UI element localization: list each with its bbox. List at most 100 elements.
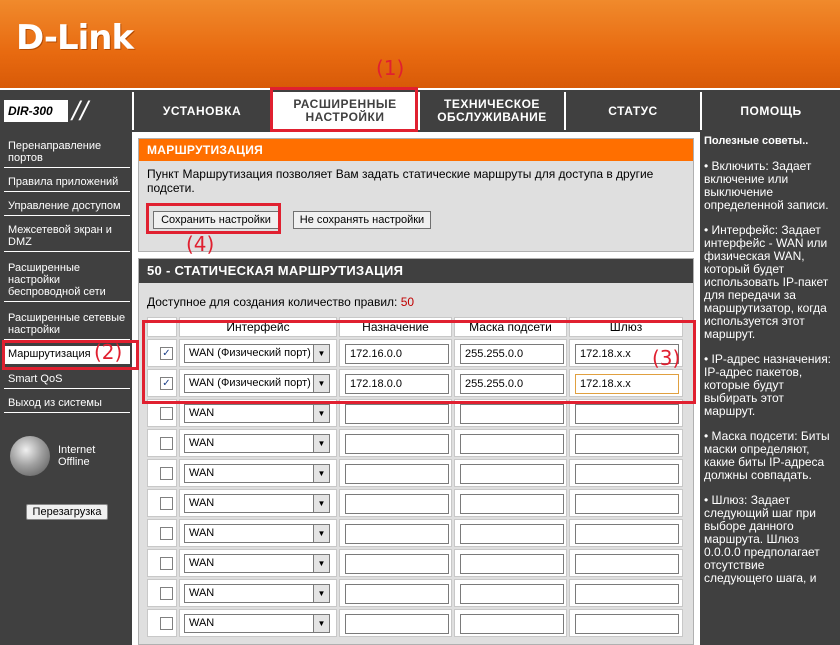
interface-select[interactable]: WAN ▼ bbox=[184, 524, 330, 543]
help-title: Полезные советы.. bbox=[704, 135, 809, 147]
destination-input[interactable]: 172.18.0.0 bbox=[345, 374, 449, 394]
chevron-down-icon[interactable]: ▼ bbox=[313, 375, 329, 392]
tab-setup[interactable]: УСТАНОВКА bbox=[132, 92, 270, 130]
gateway-input[interactable] bbox=[575, 494, 679, 514]
main-content: МАРШРУТИЗАЦИЯ Пункт Маршрутизация позвол… bbox=[132, 132, 700, 645]
enable-checkbox[interactable] bbox=[160, 587, 173, 600]
interface-select-value: WAN bbox=[189, 497, 215, 509]
subnet-mask-input[interactable]: 255.255.0.0 bbox=[460, 344, 564, 364]
subnet-mask-input[interactable] bbox=[460, 434, 564, 454]
enable-checkbox[interactable] bbox=[160, 617, 173, 630]
gateway-input[interactable] bbox=[575, 404, 679, 424]
model-slash-icon: // bbox=[72, 96, 89, 124]
interface-select[interactable]: WAN (Физический порт) ▼ bbox=[184, 344, 330, 363]
interface-select[interactable]: WAN ▼ bbox=[184, 464, 330, 483]
enable-checkbox[interactable] bbox=[160, 407, 173, 420]
destination-input[interactable] bbox=[345, 614, 449, 634]
destination-cell: 172.16.0.0 bbox=[339, 339, 452, 367]
annotation-label-3: (3) bbox=[652, 346, 681, 370]
gateway-cell: 172.18.x.x bbox=[569, 369, 683, 397]
sidebar-item-smart-qos[interactable]: Smart QoS bbox=[4, 371, 130, 389]
subnet-mask-input[interactable]: 255.255.0.0 bbox=[460, 374, 564, 394]
destination-input[interactable] bbox=[345, 524, 449, 544]
tab-status[interactable]: СТАТУС bbox=[564, 92, 700, 130]
gateway-input[interactable] bbox=[575, 524, 679, 544]
chevron-down-icon[interactable]: ▼ bbox=[313, 435, 329, 452]
chevron-down-icon[interactable]: ▼ bbox=[313, 555, 329, 572]
enable-checkbox[interactable] bbox=[160, 467, 173, 480]
chevron-down-icon[interactable]: ▼ bbox=[313, 465, 329, 482]
destination-cell bbox=[339, 549, 452, 577]
sidebar-item-access-control[interactable]: Управление доступом bbox=[4, 198, 130, 216]
gateway-input[interactable] bbox=[575, 434, 679, 454]
destination-input[interactable] bbox=[345, 584, 449, 604]
chevron-down-icon[interactable]: ▼ bbox=[313, 525, 329, 542]
subnet-mask-input[interactable] bbox=[460, 524, 564, 544]
gateway-input[interactable] bbox=[575, 614, 679, 634]
sidebar-item-advanced-network[interactable]: Расширенные сетевые настройки bbox=[4, 310, 130, 340]
interface-select[interactable]: WAN ▼ bbox=[184, 434, 330, 453]
sidebar-item-advanced-wireless[interactable]: Расширенные настройки беспроводной сети bbox=[4, 260, 130, 302]
table-row: WAN ▼ bbox=[147, 459, 691, 489]
tab-help[interactable]: ПОМОЩЬ bbox=[700, 92, 840, 130]
tab-maintenance[interactable]: ТЕХНИЧЕСКОЕ ОБСЛУЖИВАНИЕ bbox=[418, 92, 564, 130]
interface-select[interactable]: WAN ▼ bbox=[184, 554, 330, 573]
interface-cell: WAN ▼ bbox=[179, 609, 337, 637]
gateway-input[interactable] bbox=[575, 464, 679, 484]
enable-checkbox[interactable]: ✓ bbox=[160, 377, 173, 390]
table-row: WAN ▼ bbox=[147, 549, 691, 579]
sidebar-item-port-forwarding[interactable]: Перенаправление портов bbox=[4, 138, 130, 168]
destination-cell: 172.18.0.0 bbox=[339, 369, 452, 397]
interface-select[interactable]: WAN (Физический порт) ▼ bbox=[184, 374, 330, 393]
destination-input[interactable] bbox=[345, 494, 449, 514]
column-header-subnet-mask: Маска подсети bbox=[454, 317, 567, 337]
subnet-mask-input[interactable] bbox=[460, 404, 564, 424]
enable-checkbox[interactable] bbox=[160, 437, 173, 450]
column-header-enable bbox=[147, 317, 177, 337]
gateway-input[interactable] bbox=[575, 584, 679, 604]
gateway-input[interactable]: 172.18.x.x bbox=[575, 374, 679, 394]
interface-select[interactable]: WAN ▼ bbox=[184, 494, 330, 513]
annotation-label-4: (4) bbox=[186, 232, 215, 256]
subnet-mask-cell bbox=[454, 609, 567, 637]
sidebar-item-firewall-dmz[interactable]: Межсетевой экран и DMZ bbox=[4, 222, 130, 252]
destination-input[interactable] bbox=[345, 434, 449, 454]
save-settings-button[interactable]: Сохранить настройки bbox=[153, 211, 279, 229]
enable-cell bbox=[147, 519, 177, 547]
tab-advanced-settings[interactable]: РАСШИРЕННЫЕ НАСТРОЙКИ bbox=[270, 92, 418, 130]
subnet-mask-input[interactable] bbox=[460, 584, 564, 604]
subnet-mask-input[interactable] bbox=[460, 554, 564, 574]
enable-cell: ✓ bbox=[147, 369, 177, 397]
chevron-down-icon[interactable]: ▼ bbox=[313, 345, 329, 362]
sidebar: Перенаправление портов Правила приложени… bbox=[0, 132, 132, 645]
destination-input[interactable] bbox=[345, 554, 449, 574]
destination-input[interactable] bbox=[345, 464, 449, 484]
table-row: WAN ▼ bbox=[147, 609, 691, 639]
dlink-logo: D-Link bbox=[16, 18, 134, 58]
chevron-down-icon[interactable]: ▼ bbox=[313, 615, 329, 632]
chevron-down-icon[interactable]: ▼ bbox=[313, 585, 329, 602]
subnet-mask-input[interactable] bbox=[460, 614, 564, 634]
interface-select[interactable]: WAN ▼ bbox=[184, 404, 330, 423]
gateway-input[interactable] bbox=[575, 554, 679, 574]
chevron-down-icon[interactable]: ▼ bbox=[313, 495, 329, 512]
internet-line2: Offline bbox=[58, 456, 90, 468]
interface-cell: WAN ▼ bbox=[179, 579, 337, 607]
enable-checkbox[interactable] bbox=[160, 497, 173, 510]
enable-checkbox[interactable] bbox=[160, 557, 173, 570]
table-row: WAN ▼ bbox=[147, 489, 691, 519]
interface-select[interactable]: WAN ▼ bbox=[184, 614, 330, 633]
sidebar-item-logout[interactable]: Выход из системы bbox=[4, 395, 130, 413]
destination-input[interactable]: 172.16.0.0 bbox=[345, 344, 449, 364]
interface-select[interactable]: WAN ▼ bbox=[184, 584, 330, 603]
chevron-down-icon[interactable]: ▼ bbox=[313, 405, 329, 422]
reboot-button[interactable]: Перезагрузка bbox=[26, 504, 108, 520]
subnet-mask-input[interactable] bbox=[460, 494, 564, 514]
enable-checkbox[interactable]: ✓ bbox=[160, 347, 173, 360]
enable-checkbox[interactable] bbox=[160, 527, 173, 540]
sidebar-item-application-rules[interactable]: Правила приложений bbox=[4, 174, 130, 192]
dont-save-settings-button[interactable]: Не сохранять настройки bbox=[293, 211, 431, 229]
destination-input[interactable] bbox=[345, 404, 449, 424]
subnet-mask-input[interactable] bbox=[460, 464, 564, 484]
interface-select-value: WAN bbox=[189, 527, 215, 539]
